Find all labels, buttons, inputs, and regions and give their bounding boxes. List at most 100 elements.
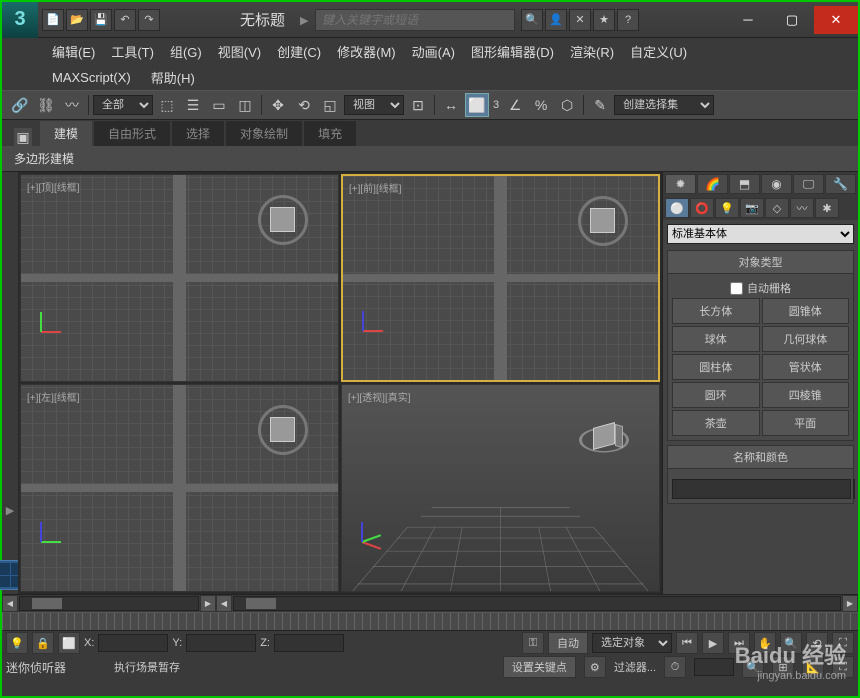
cylinder-button[interactable]: 圆柱体 <box>672 354 760 380</box>
autogrid-checkbox-input[interactable] <box>730 282 743 295</box>
shapes-subtab-icon[interactable]: ⭕ <box>690 198 714 218</box>
helpers-subtab-icon[interactable]: ◇ <box>765 198 789 218</box>
named-selection-combo[interactable]: 创建选择集 <box>614 95 714 115</box>
geometry-subtab-icon[interactable]: ⚪ <box>665 198 689 218</box>
menu-tools[interactable]: 工具(T) <box>111 42 154 61</box>
menu-grapheditors[interactable]: 图形编辑器(D) <box>471 42 554 61</box>
viewport-perspective-label[interactable]: [+][透视][真实] <box>348 389 411 404</box>
hscroll-left-icon[interactable]: ◀ <box>2 595 18 612</box>
autogrid-checkbox[interactable]: 自动栅格 <box>672 278 849 298</box>
isolate-icon[interactable]: ⬜ <box>58 632 80 654</box>
hierarchy-tab-icon[interactable]: ⬒ <box>729 174 760 194</box>
filters-label[interactable]: 过滤器... <box>614 659 656 675</box>
spacewarps-subtab-icon[interactable]: 〰 <box>790 198 814 218</box>
exchange-icon[interactable]: ✕ <box>569 9 591 31</box>
refcoord-combo[interactable]: 视图 <box>344 95 404 115</box>
geosphere-button[interactable]: 几何球体 <box>762 326 850 352</box>
time-play-icon[interactable]: ▶ <box>702 632 724 654</box>
menu-help[interactable]: 帮助(H) <box>151 68 195 87</box>
mini-listener-label[interactable]: 迷你侦听器 <box>6 659 106 676</box>
torus-button[interactable]: 圆环 <box>672 382 760 408</box>
viewport-top[interactable]: [+][顶][线框] <box>20 174 339 382</box>
menu-maxscript[interactable]: MAXScript(X) <box>52 70 131 85</box>
y-input[interactable] <box>186 634 256 652</box>
selection-filter-combo[interactable]: 全部 <box>93 95 153 115</box>
select-name-icon[interactable]: ☰ <box>181 93 205 117</box>
help-icon[interactable]: ? <box>617 9 639 31</box>
menu-animation[interactable]: 动画(A) <box>412 42 455 61</box>
scale-icon[interactable]: ◱ <box>318 93 342 117</box>
motion-tab-icon[interactable]: ◉ <box>761 174 792 194</box>
time-config-icon[interactable]: ⏱ <box>664 656 686 678</box>
favorites-icon[interactable]: ★ <box>593 9 615 31</box>
key-filters-icon[interactable]: ⚙ <box>584 656 606 678</box>
nav-zoom2-icon[interactable]: 🔍 <box>742 656 764 678</box>
menu-modifiers[interactable]: 修改器(M) <box>337 42 396 61</box>
nav-pan-icon[interactable]: ✋ <box>754 632 776 654</box>
category-combo[interactable]: 标准基本体 <box>667 224 854 244</box>
save-button[interactable]: 💾 <box>90 9 112 31</box>
nav-orbit-icon[interactable]: ⟲ <box>806 632 828 654</box>
timeline[interactable] <box>2 612 858 630</box>
link-icon[interactable]: 🔗 <box>8 93 32 117</box>
lock-icon[interactable]: 💡 <box>6 632 28 654</box>
selection-set-combo[interactable]: 选定对象 <box>592 633 672 653</box>
time-prev-icon[interactable]: ⏮ <box>676 632 698 654</box>
move-icon[interactable]: ✥ <box>266 93 290 117</box>
snap-toggle-icon[interactable]: ⬜ <box>465 93 489 117</box>
nav-zoomall-icon[interactable]: ⊞ <box>772 656 794 678</box>
object-name-input[interactable] <box>672 479 851 499</box>
search-input[interactable] <box>316 10 514 30</box>
nav-zoom-icon[interactable]: 🔍 <box>780 632 802 654</box>
hscroll-bar-1[interactable] <box>19 596 199 611</box>
viewport-left-label[interactable]: [+][左][线框] <box>27 389 80 404</box>
current-frame-input[interactable] <box>694 658 734 676</box>
bind-icon[interactable]: 〰 <box>60 93 84 117</box>
viewcube-perspective[interactable] <box>579 415 629 465</box>
ribbon-tab-objectpaint[interactable]: 对象绘制 <box>226 121 302 146</box>
ribbon-tab-freeform[interactable]: 自由形式 <box>94 121 170 146</box>
viewcube-top[interactable] <box>258 195 308 245</box>
spinner-snap-icon[interactable]: ⬡ <box>555 93 579 117</box>
plane-button[interactable]: 平面 <box>762 410 850 436</box>
selection-lock-icon[interactable]: 🔒 <box>32 632 54 654</box>
display-tab-icon[interactable]: 🖵 <box>793 174 824 194</box>
nav-fov-icon[interactable]: 📐 <box>802 656 824 678</box>
app-icon[interactable]: 3 <box>2 2 38 38</box>
close-button[interactable]: ✕ <box>814 6 858 34</box>
menu-create[interactable]: 创建(C) <box>277 42 321 61</box>
ribbon-tab-populate[interactable]: 填充 <box>304 121 356 146</box>
hscroll-left2-icon[interactable]: ◀ <box>216 595 232 612</box>
modify-tab-icon[interactable]: 🌈 <box>697 174 728 194</box>
sphere-button[interactable]: 球体 <box>672 326 760 352</box>
cameras-subtab-icon[interactable]: 📷 <box>740 198 764 218</box>
ribbon-tab-selection[interactable]: 选择 <box>172 121 224 146</box>
menu-rendering[interactable]: 渲染(R) <box>570 42 614 61</box>
hscroll-right2-icon[interactable]: ▶ <box>842 595 858 612</box>
tube-button[interactable]: 管状体 <box>762 354 850 380</box>
menu-views[interactable]: 视图(V) <box>218 42 261 61</box>
viewport-top-label[interactable]: [+][顶][线框] <box>27 179 80 194</box>
window-crossing-icon[interactable]: ◫ <box>233 93 257 117</box>
viewport-sidebar-expand-icon[interactable]: ▶ <box>3 500 17 520</box>
pivot-icon[interactable]: ⊡ <box>406 93 430 117</box>
hscroll-bar-2[interactable] <box>233 596 841 611</box>
rollout-object-type-header[interactable]: 对象类型 <box>667 250 854 274</box>
named-sets-edit-icon[interactable]: ✎ <box>588 93 612 117</box>
viewport-front[interactable]: [+][前][线框] <box>341 174 660 382</box>
select-region-icon[interactable]: ▭ <box>207 93 231 117</box>
undo-button[interactable]: ↶ <box>114 9 136 31</box>
box-button[interactable]: 长方体 <box>672 298 760 324</box>
menu-customize[interactable]: 自定义(U) <box>630 42 687 61</box>
viewport-perspective[interactable]: [+][透视][真实] <box>341 384 660 592</box>
create-tab-icon[interactable]: ✹ <box>665 174 696 194</box>
object-color-swatch[interactable] <box>853 479 855 499</box>
angle-snap-icon[interactable]: ∠ <box>503 93 527 117</box>
set-key-button[interactable]: 设置关键点 <box>503 656 576 678</box>
maximize-button[interactable]: ▢ <box>770 6 814 34</box>
time-next-icon[interactable]: ⏭ <box>728 632 750 654</box>
viewcube-left[interactable] <box>258 405 308 455</box>
rotate-icon[interactable]: ⟲ <box>292 93 316 117</box>
cone-button[interactable]: 圆锥体 <box>762 298 850 324</box>
utilities-tab-icon[interactable]: 🔧 <box>825 174 856 194</box>
